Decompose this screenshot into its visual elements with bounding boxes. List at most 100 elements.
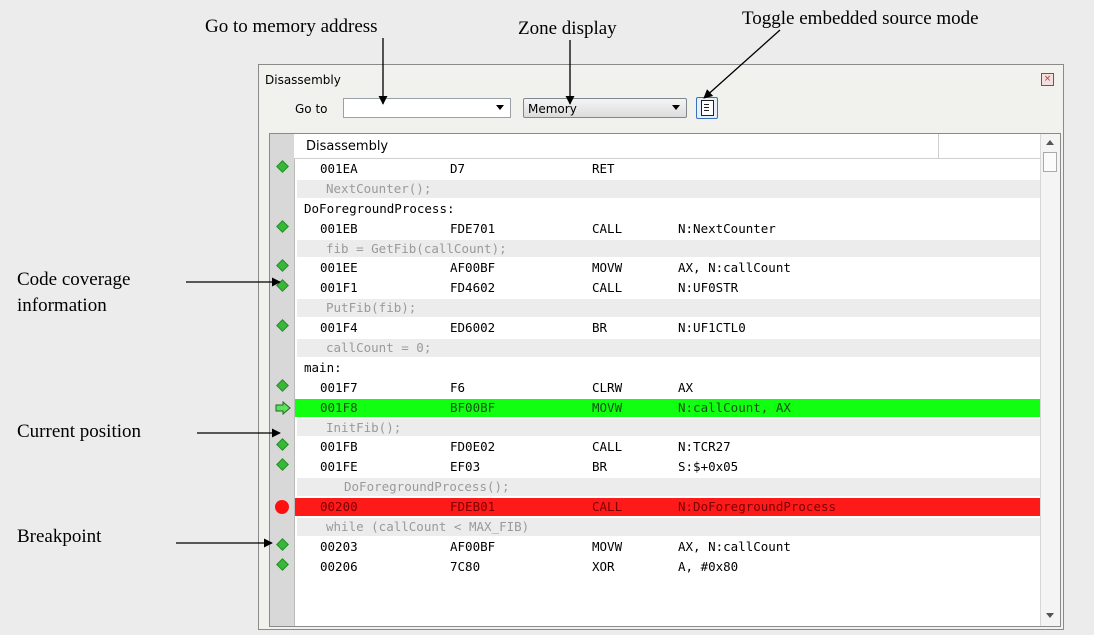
chevron-down-icon[interactable] <box>496 105 504 110</box>
table-row[interactable]: fib = GetFib(callCount); <box>270 239 1042 259</box>
table-row[interactable]: NextCounter(); <box>270 179 1042 199</box>
bytes-cell: D7 <box>450 161 466 176</box>
goto-address-combo[interactable] <box>343 98 511 118</box>
address-cell: 001FB <box>320 439 358 455</box>
table-row[interactable]: 00203 AF00BF MOVW AX, N:callCount <box>270 537 1042 557</box>
operand-cell: N:NextCounter <box>678 220 776 236</box>
source-line: while (callCount < MAX_FIB) <box>326 519 530 535</box>
operand-cell: N:UF0STR <box>678 280 739 296</box>
mnemonic-cell: XOR <box>592 558 615 574</box>
operand-cell: N:callCount, AX <box>678 399 791 415</box>
address-cell: 001F7 <box>320 379 358 395</box>
coverage-diamond-icon <box>276 160 289 173</box>
chevron-down-icon[interactable] <box>672 105 680 110</box>
coverage-diamond-icon <box>276 538 289 551</box>
row-background <box>295 398 1042 417</box>
table-row[interactable]: while (callCount < MAX_FIB) <box>270 517 1042 537</box>
mnemonic-cell: MOVW <box>592 399 623 415</box>
mnemonic-cell: MOVW <box>592 260 623 276</box>
column-divider[interactable] <box>938 134 939 158</box>
table-row[interactable]: DoForegroundProcess(); <box>270 477 1042 497</box>
goto-label: Go to <box>295 102 328 116</box>
current-position-arrow-icon <box>275 400 291 415</box>
table-row[interactable]: 001EA D7 RET <box>270 159 1042 179</box>
table-row[interactable]: 001F7 F6 CLRW AX <box>270 378 1042 398</box>
operand-cell: A, #0x80 <box>678 558 739 574</box>
close-icon[interactable]: × <box>1041 73 1054 86</box>
table-row[interactable]: 00200 FDEB01 CALL N:DoForegroundProcess <box>270 497 1042 517</box>
bytes-cell: AF00BF <box>450 538 496 554</box>
operand-cell: AX <box>678 379 694 395</box>
table-row[interactable]: 001EE AF00BF MOVW AX, N:callCount <box>270 258 1042 278</box>
callout-coverage-line1: Code coverage <box>17 269 131 290</box>
address-cell: 00206 <box>320 558 358 574</box>
table-row[interactable]: 001F8 BF00BF MOVW N:callCount, AX <box>270 398 1042 418</box>
breakpoint-icon[interactable] <box>275 500 289 515</box>
operand-cell: N:TCR27 <box>678 439 731 455</box>
table-row[interactable]: PutFib(fib); <box>270 298 1042 318</box>
callout-zone: Zone display <box>518 18 617 39</box>
table-row[interactable]: callCount = 0; <box>270 338 1042 358</box>
mnemonic-cell: CALL <box>592 220 623 236</box>
address-cell: 001F4 <box>320 320 358 336</box>
mnemonic-cell: CALL <box>592 499 623 515</box>
row-background <box>295 319 1042 337</box>
scroll-up-icon[interactable] <box>1046 140 1054 145</box>
table-row[interactable]: main: <box>270 358 1042 378</box>
operand-cell: N:UF1CTL0 <box>678 320 746 336</box>
mnemonic-cell: CALL <box>592 439 623 455</box>
coverage-diamond-icon <box>276 458 289 472</box>
column-header: Disassembly <box>294 134 1042 159</box>
table-row[interactable]: 001FE EF03 BR S:$+0x05 <box>270 457 1042 477</box>
bytes-cell: FDEB01 <box>450 499 496 515</box>
coverage-diamond-icon <box>276 219 289 233</box>
row-background <box>295 379 1042 397</box>
callout-goto: Go to memory address <box>205 16 378 37</box>
source-line: InitFib(); <box>326 419 402 435</box>
callout-toggle-source: Toggle embedded source mode <box>742 8 979 29</box>
mnemonic-cell: CLRW <box>592 379 623 395</box>
row-background <box>297 418 1042 437</box>
source-line: fib = GetFib(callCount); <box>326 240 507 256</box>
bytes-cell: FD0E02 <box>450 439 496 455</box>
toolbar: Go to Memory <box>269 95 1055 123</box>
bytes-cell: BF00BF <box>450 399 496 415</box>
table-row[interactable]: InitFib(); <box>270 418 1042 438</box>
bytes-cell: AF00BF <box>450 260 496 276</box>
disassembly-rows: 001EA D7 RET NextCounter(); DoForegroundProc… <box>270 159 1042 577</box>
address-cell: 001EA <box>320 161 358 176</box>
row-background <box>295 558 1042 576</box>
scroll-thumb[interactable] <box>1043 152 1057 172</box>
coverage-diamond-icon <box>276 279 289 293</box>
zone-display-select[interactable]: Memory <box>523 98 687 118</box>
callout-coverage-line2: information <box>17 295 107 316</box>
address-cell: 001F1 <box>320 280 358 296</box>
source-line: DoForegroundProcess(); <box>344 479 510 495</box>
column-header-label: Disassembly <box>306 139 389 154</box>
table-row[interactable]: 001FB FD0E02 CALL N:TCR27 <box>270 437 1042 457</box>
address-cell: 00200 <box>320 499 358 515</box>
title-bar: Disassembly × <box>259 65 1063 93</box>
callout-breakpoint: Breakpoint <box>17 526 102 547</box>
row-background <box>295 458 1042 476</box>
address-cell: 001F8 <box>320 399 358 415</box>
table-row[interactable]: 001F1 FD4602 CALL N:UF0STR <box>270 278 1042 298</box>
table-row[interactable]: 00206 7C80 XOR A, #0x80 <box>270 557 1042 577</box>
mnemonic-cell: BR <box>592 320 608 336</box>
goto-address-input[interactable] <box>348 100 492 118</box>
toggle-source-mode-button[interactable] <box>696 97 718 119</box>
vertical-scrollbar[interactable] <box>1040 134 1060 626</box>
table-row[interactable]: DoForegroundProcess: <box>270 199 1042 219</box>
address-cell: 00203 <box>320 538 358 554</box>
table-row[interactable]: 001F4 ED6002 BR N:UF1CTL0 <box>270 318 1042 338</box>
source-line: NextCounter(); <box>326 180 432 196</box>
scroll-down-icon[interactable] <box>1046 613 1054 618</box>
address-cell: 001FE <box>320 459 358 475</box>
mnemonic-cell: MOVW <box>592 538 623 554</box>
mnemonic-cell: CALL <box>592 280 623 296</box>
table-row[interactable]: 001EB FDE701 CALL N:NextCounter <box>270 219 1042 239</box>
address-cell: 001EB <box>320 220 358 236</box>
operand-cell: N:DoForegroundProcess <box>678 499 837 515</box>
row-background <box>295 538 1042 556</box>
source-line: PutFib(fib); <box>326 300 417 316</box>
